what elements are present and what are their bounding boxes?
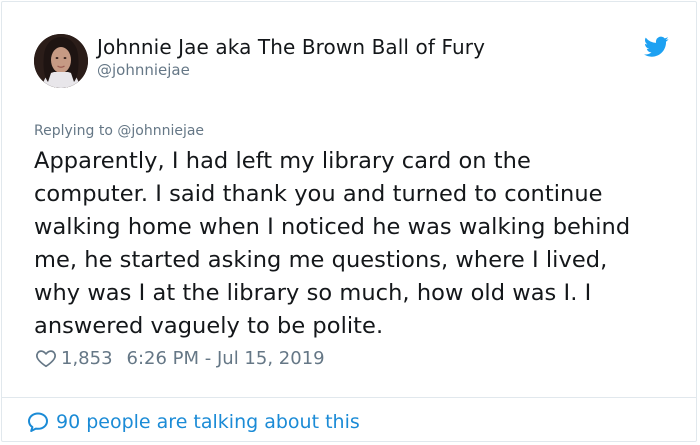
author-display-name[interactable]: Johnnie Jae aka The Brown Ball of Fury xyxy=(97,35,485,59)
twitter-bird-icon[interactable] xyxy=(644,36,669,58)
tweet-timestamp[interactable]: 6:26 PM - Jul 15, 2019 xyxy=(127,348,325,369)
tweet-text-line: Apparently, I had left my library card o… xyxy=(34,148,531,174)
conversation-label: 90 people are talking about this xyxy=(56,411,360,433)
replying-to: Replying to @johnniejae xyxy=(34,123,205,139)
avatar[interactable] xyxy=(34,34,88,88)
tweet-text-line: why was I at the library so much, how ol… xyxy=(34,280,592,306)
speech-bubble-icon xyxy=(28,412,48,432)
divider xyxy=(2,397,696,398)
tweet-card: Johnnie Jae aka The Brown Ball of Fury @… xyxy=(1,1,697,442)
avatar-image xyxy=(34,34,88,88)
like-count[interactable]: 1,853 xyxy=(61,348,113,369)
tweet-meta: 1,853 6:26 PM - Jul 15, 2019 xyxy=(35,346,325,370)
author-handle[interactable]: @johnniejae xyxy=(97,61,190,79)
conversation-link[interactable]: 90 people are talking about this xyxy=(26,409,360,435)
heart-icon[interactable] xyxy=(35,347,57,369)
tweet-text-line: walking home when I noticed he was walki… xyxy=(34,214,631,240)
tweet-text: Apparently, I had left my library card o… xyxy=(34,145,674,343)
tweet-text-line: me, he started asking me questions, wher… xyxy=(34,247,608,273)
tweet-text-line: answered vaguely to be polite. xyxy=(34,313,384,339)
tweet-text-line: computer. I said thank you and turned to… xyxy=(34,181,603,207)
